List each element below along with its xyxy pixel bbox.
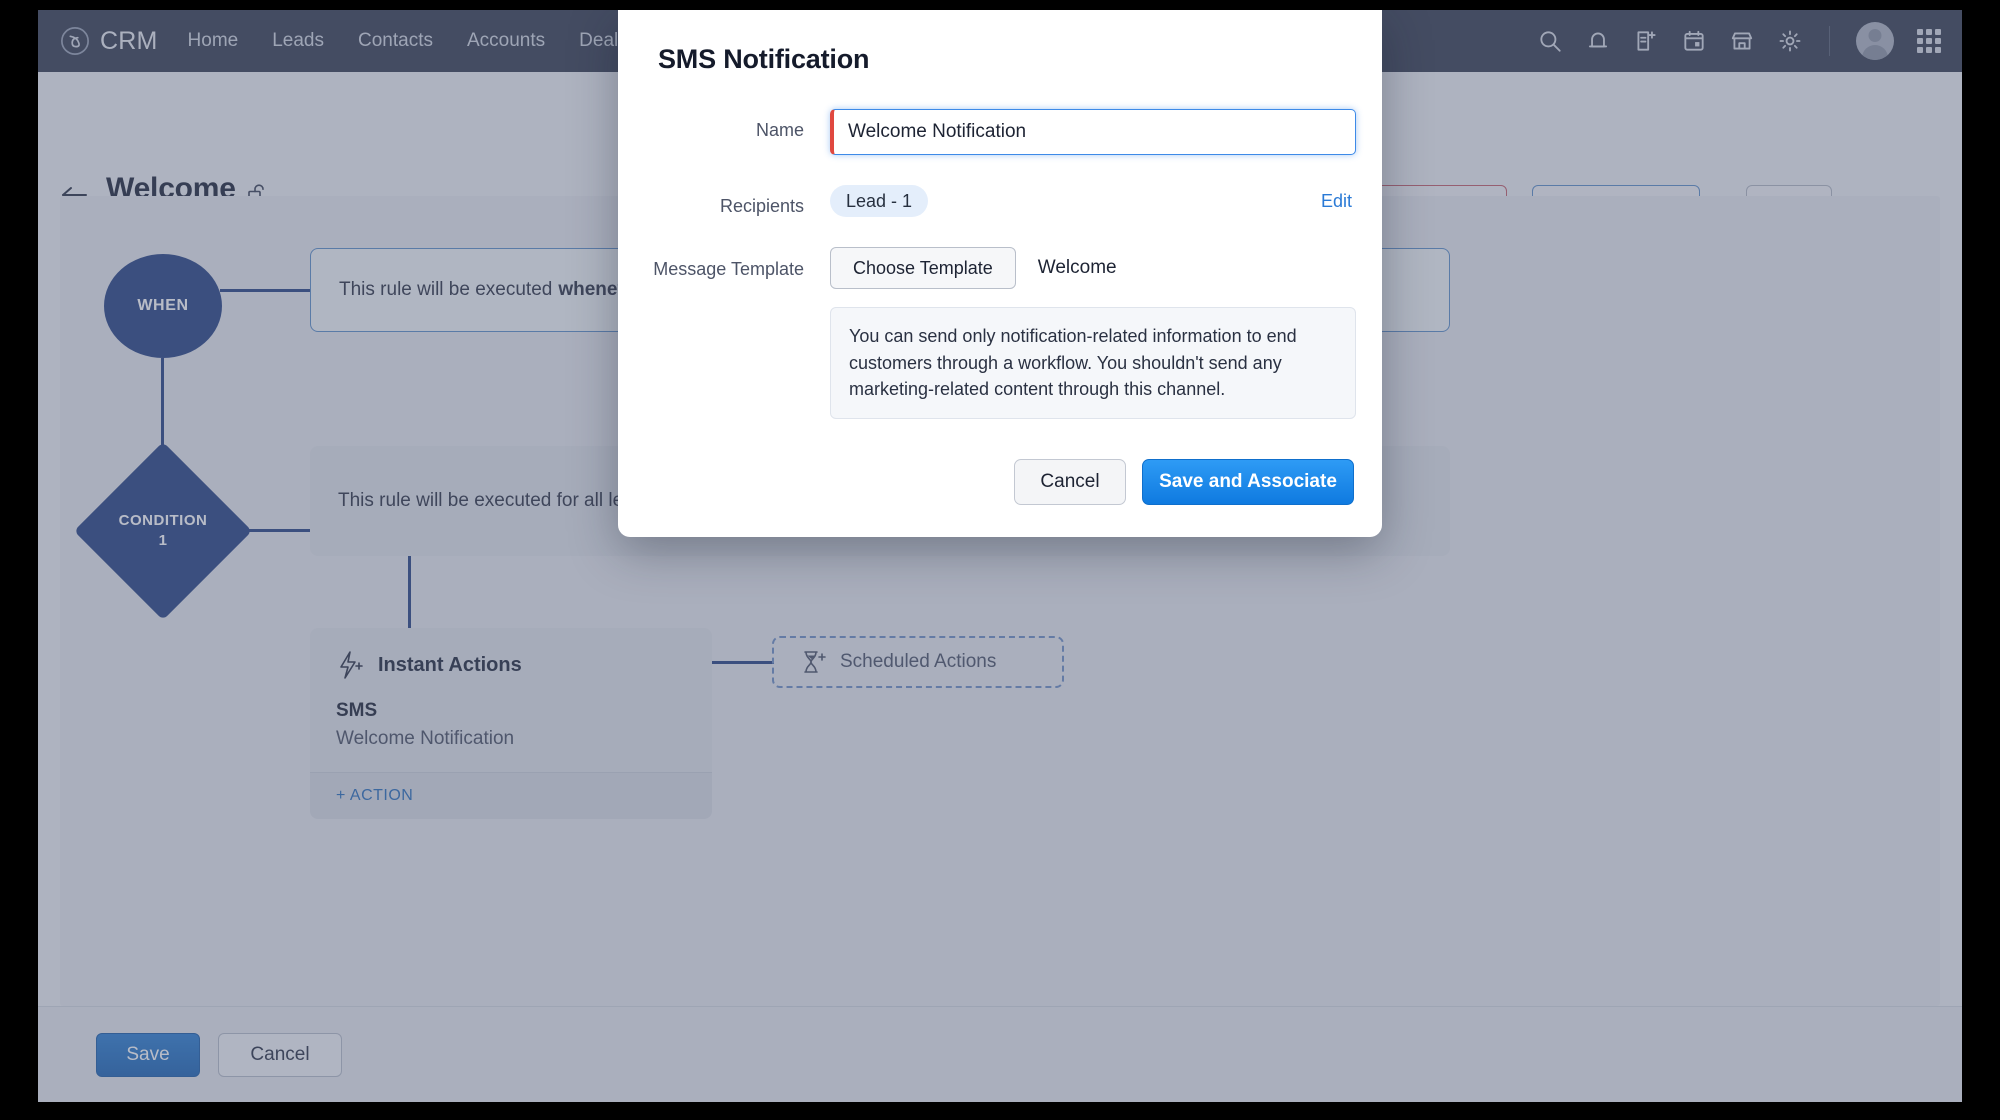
dialog-title: SMS Notification — [658, 44, 870, 74]
dialog-cancel-button[interactable]: Cancel — [1014, 458, 1126, 505]
name-field-wrap — [830, 109, 1356, 155]
message-template-field-wrap: Choose Template Welcome You can send onl… — [830, 247, 1356, 419]
dialog-actions: Cancel Save and Associate — [644, 458, 1356, 505]
selected-template-name: Welcome — [1037, 257, 1117, 278]
recipients-field-wrap: Lead - 1 Edit — [830, 185, 1356, 217]
sms-notification-dialog: SMS Notification Name Recipients Lead - … — [618, 10, 1382, 537]
browser-frame: CRM Home Leads Contacts Accounts Deals W… — [38, 10, 1962, 1102]
recipients-label: Recipients — [719, 196, 804, 216]
edit-recipients-link[interactable]: Edit — [1321, 191, 1352, 212]
template-row: Choose Template Welcome — [830, 247, 1356, 289]
message-template-label: Message Template — [653, 259, 804, 279]
message-template-form-row: Message Template Choose Template Welcome… — [644, 247, 1356, 419]
name-form-row: Name — [644, 109, 1356, 155]
name-label: Name — [755, 120, 804, 140]
recipient-chip[interactable]: Lead - 1 — [830, 185, 929, 217]
recipients-form-row: Recipients Lead - 1 Edit — [644, 185, 1356, 217]
name-input[interactable] — [830, 109, 1356, 155]
choose-template-button[interactable]: Choose Template — [830, 247, 1016, 289]
channel-usage-notice: You can send only notification-related i… — [830, 307, 1356, 419]
save-and-associate-button[interactable]: Save and Associate — [1142, 458, 1354, 505]
